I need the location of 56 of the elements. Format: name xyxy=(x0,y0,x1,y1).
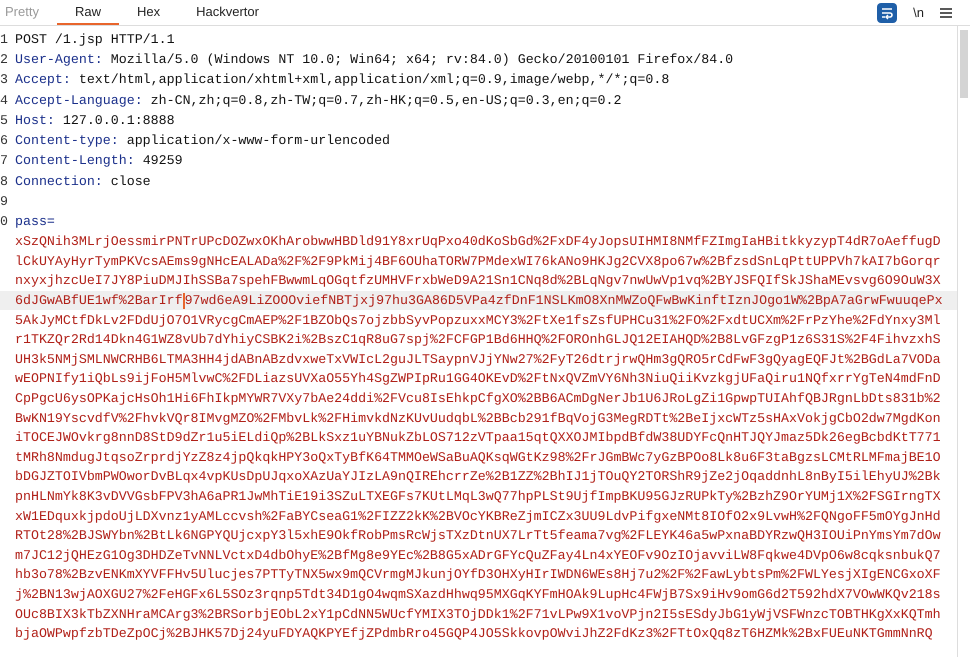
parameter-value: 6dJGwABfUE1wf%2BarIrf xyxy=(15,293,183,308)
parameter-value: r1TKZQr2Rd14Dkn4G1WZ8vUb7dYhiyCSBK2i%2BszC1qR8uG7spj%2FCFGP1Bd6HHQ%2FOROnhGLJQ12EIAHQD%2B8LvGFzgP1z6S31S%2F4FihvzxhS xyxy=(15,332,941,348)
scrollbar-thumb[interactable] xyxy=(960,30,968,98)
line-number: 7 xyxy=(0,153,9,168)
line-number: 1 xyxy=(0,32,9,47)
line-number: 2 xyxy=(0,52,9,67)
parameter-value: m7JC12jQHEzG1Og3DHDZeTvNNLVctxD4dbOhyE%2BfMg8e9YEc%2B8G5xADrGFYcQuZFay4Ln4xYEOFv9OzIOjavviLW8Fqkwe4DVpO6w8cqksnbukQ7 xyxy=(15,548,941,563)
parameter-value: CpPgcU6ysOPKajcHsOh1Hi6FhIkpMYWR7VXy7bAe24ddi%2FVcu8IsEhkpCfgXO%2BB6ACmDgNerJb1U6JRoLgZi1GpwpTUIAhfQBJRgnLbDts831b%2 xyxy=(15,391,941,406)
parameter-name: pass= xyxy=(15,214,55,230)
line-number: 9 xyxy=(0,194,9,210)
request-line: POST /1.jsp HTTP/1.1 xyxy=(15,32,175,47)
header-value: Mozilla/5.0 (Windows NT 10.0; Win64; x64; rv:84.0) Gecko/20100101 Firefox/84.0 xyxy=(110,52,734,67)
header-name: Content-type: xyxy=(15,133,119,148)
menu-icon[interactable] xyxy=(940,8,952,18)
parameter-value: 97wd6eA9LiZOOOviefNBTjxj97hu3GA86D5VPa4zfDnF1NSLKmO8XnMWZoQFwBwKinftIznJOgo1W%2BpA7aGrwFwuuqePx xyxy=(184,293,943,308)
parameter-value: tMRh8NmdugJtqsoZrprdjYzZ8z4jpQkqkHPY3oQxTyBfK64TMMOeWSaBuAQKsqWGtKz98%2FrJGmBWc7yGzBPOo8Lk8u6F3taBgzsLCMtRLMFmajBE1O xyxy=(15,450,941,465)
parameter-value: hb3o78%2BzvENKmXYVFFHv5Ulucjes7PTTyTNX5wx9mQCVrmgMJkunjOYfD3OHXyHIrIWDN6WEs8Hj7u2%2F%2FawLybtsPm%2FWLYesjXIgENCGxoXF xyxy=(15,567,941,582)
header-value: close xyxy=(110,174,151,189)
line-number: 4 xyxy=(0,92,9,108)
parameter-value: nxyxjhzcUeI7JY8PiuDMJIhSSBa7spehFBwwmLqOGqtfzUMHVFrxbWeD9A21Sn1CNq8d%2BLqNgv7nwUwVp1vq%2BYJSFQIfSkJShaMEvsvg6O9OuW3X xyxy=(15,273,941,288)
parameter-value: xSzQNih3MLrjOessmirPNTrUPcDOZwxOKhArobwwHBDld91Y8xrUqPxo40dKoSbGd%2FxDF4yJopsUIHMI8NMfFZImgIaHBitkkyzypT4dR7oAeffugD xyxy=(15,234,941,250)
tab[interactable]: Raw xyxy=(56,0,119,25)
header-value: 127.0.0.1:8888 xyxy=(62,112,175,128)
header-name: Content-Length: xyxy=(15,153,135,168)
line-number: 0 xyxy=(0,214,9,230)
word-wrap-icon[interactable] xyxy=(877,2,898,22)
newline-toggle[interactable]: \n xyxy=(913,5,924,20)
parameter-value: 5AkJyMCtfDkLv2FDdUjO7O1VRycgCmAEP%2F1BZObQs7ojzbbSyvPopzuxxMCY3%2FtXe1fsZsfUPHCu31%2FO%2FxdtUCXm%2FrPzYhe%2FdYnxy3Ml xyxy=(15,312,941,328)
parameter-value: RTOt28%2BJSWYbn%2BtLk6NGPYQUjcxpY3l5xhE9OkfRobPmsRcWjsTXzDtnUX7LrTt5feama7vg%2FLEYK46a5wPxnaBDYRzwQH3IOUiPnYmsYm7dOw xyxy=(15,528,941,544)
header-name: User-Agent: xyxy=(15,52,103,67)
parameter-value: lCkUYAyHyrTymPKVcsAEms9gNHcEALADa%2F%2F9PkMij4BF6OUhaTORW7PMdexWI76kANo9HKJg2CVX8po67w%2BfzsdSnLqPttUPPVh7kAI7bGorqr xyxy=(15,254,941,269)
line-number: 8 xyxy=(0,174,9,189)
header-value: zh-CN,zh;q=0.8,zh-TW;q=0.7,zh-HK;q=0.5,en-US;q=0.3,en;q=0.2 xyxy=(150,92,622,108)
header-name: Host: xyxy=(15,112,55,128)
parameter-value: j%2BN13wjAOXGU27%2FeHGFx6L5SOz3rqnp5Tdt34D1gO4wqmSXazdHhwq95MXGqKYFmHOAk9LupHc4FWjB7Sx9iHv9omG6d2T592hdX7VOwWKQv218s xyxy=(15,586,941,602)
parameter-value: bDGJZTOIVbmPWOworDvBLqx4vpKUsDpUJqxoXAzUaYJIzLA9nQIREhcrrZe%2B1ZZ%2BhIJ1jTOuQY2TORShR9jZe2jOqaddnhL8nByI5ilEhyUJ%2Bk xyxy=(15,469,941,484)
line-number: 5 xyxy=(0,112,9,128)
line-number: 3 xyxy=(0,72,9,88)
parameter-value: BwKN19YscvdfV%2FhvkVQr8IMvgMZO%2FMbvLk%2FHimvkdNzKUvUudqbL%2BBcb291fBqVojG3MegRDTt%2BeIjxcWTz5sHAxVokjgCbO2dw7MgdKon xyxy=(15,410,941,426)
parameter-value: wEOPNIfy1iQbLs9ijFoH5MlvwC%2FDLiazsUVXaO55Yh4SgZWPIpRu1GG4OKEvD%2FtNxQVZmVY6Nh3NiuQiiKvzkgjUFaQiru1NQfxrrYgTeN4mdFnD xyxy=(15,371,941,386)
parameter-value: iTOCEJWOvkrg8nnD8StD9dZr1u5iELdiQp%2BLkSxz1uYBNukZbLOS712zVTpaa15qtQXXOJMIbpdBfdW38UDYFcQnHTJQYJmaz5Dk26egBcbdKtT771 xyxy=(15,430,941,446)
parameter-value: bjaOWPwpfzbTDeZpOCj%2BJHK57Dj24yuFDYAQKPYEfjZPdmbRro45GQP4JO5SkkovpOWviJhZ2FdKz3%2FTtOxQq8zT6HZMk%2BxFUEuNKTGmmNnRQ xyxy=(15,626,933,642)
text-cursor xyxy=(182,292,185,309)
header-name: Accept: xyxy=(15,72,71,88)
parameter-value: pnHLNmYk8K3vDVVGsbFPV3hA6aPR1JwMhTiE19i3SZuLTXEGFs7KUtLMqL3wQ77hpPLSt9UjfImpBKU95GJzRUPkTy%2BzhZ9OrYUMj1X%2FSGIrngTX xyxy=(15,488,941,504)
header-value: 49259 xyxy=(142,153,183,168)
parameter-value: OUc8BIX3kTbZXNHraMCArg3%2BRSorbjEObL2xY1pCdNN5WUcfYMIX3TOjDDk1%2F71vLPw9X1voVPjn2I5sESdyJbG1yWjVSFWnzcTOBTHKgXxKQTmh xyxy=(15,606,941,622)
tab[interactable]: Hackvertor xyxy=(178,0,277,25)
header-name: Connection: xyxy=(15,174,103,189)
tab[interactable]: Hex xyxy=(118,0,178,25)
line-number: 6 xyxy=(0,133,9,148)
parameter-value: xW1EDquxkjpdoUjLDXvnz1yAMLccvsh%2FaBYCseaG1%2FIZZ2kK%2BVOcYKBReZjmICZx3UU9LdvPifgxeNMt8IOfO2x9LvwH%2FQNgoFF5mOYgJnHd xyxy=(15,508,941,524)
header-name: Accept-Language: xyxy=(15,92,143,108)
parameter-value: UH3k5NMjSMLNWCRHB6LTMA3HH4jdABnABzdvxweTxVWIcL2guJLTSaypnVJjYNw27%2FyT26dtrjrwQHm3gQRO5rCdFwF3gQyagEQFJt%2BGdLa7VODa xyxy=(15,352,941,367)
header-value: application/x-www-form-urlencoded xyxy=(126,133,390,148)
header-value: text/html,application/xhtml+xml,application/xml;q=0.9,image/webp,*/*;q=0.8 xyxy=(78,72,670,88)
